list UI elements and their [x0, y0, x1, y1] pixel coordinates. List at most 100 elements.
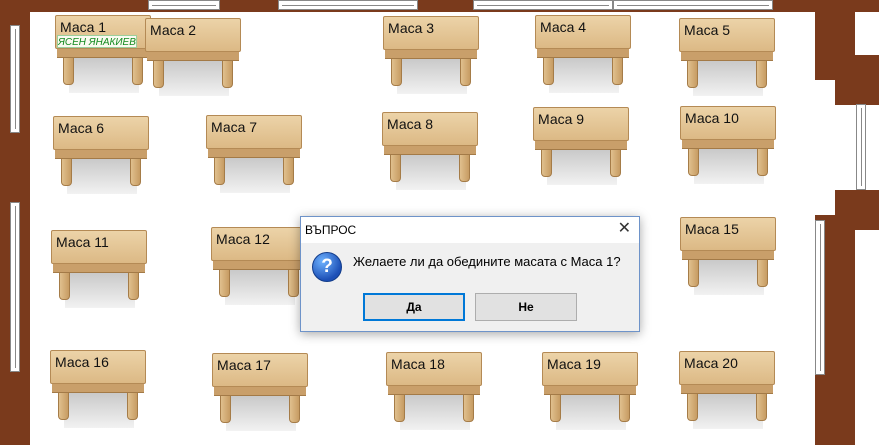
table-12[interactable]: Маса 12: [211, 227, 307, 305]
table-label: Маса 4: [540, 19, 587, 35]
table-label: Маса 8: [387, 116, 434, 132]
table-17[interactable]: Маса 17: [212, 353, 308, 431]
table-leg: [214, 155, 225, 185]
window-top-3: [473, 0, 613, 10]
table-leg: [391, 56, 402, 86]
window-top-2: [278, 0, 418, 10]
table-apron: [388, 386, 480, 395]
table-apron: [147, 52, 239, 61]
table-4[interactable]: Маса 4: [535, 15, 631, 93]
table-5[interactable]: Маса 5: [679, 18, 775, 96]
table-shadow: [694, 259, 764, 295]
table-leg: [541, 147, 552, 177]
table-label: Маса 10: [685, 110, 739, 126]
table-shadow: [549, 57, 619, 93]
table-label: Маса 2: [150, 22, 197, 38]
table-shadow: [694, 148, 764, 184]
table-11[interactable]: Маса 11: [51, 230, 147, 308]
table-19[interactable]: Маса 19: [542, 352, 638, 430]
yes-button[interactable]: Да: [363, 293, 465, 321]
window-right-1: [856, 104, 866, 190]
table-leg: [61, 156, 72, 186]
table-leg: [289, 393, 300, 423]
table-label: Маса 15: [685, 221, 739, 237]
table-leg: [459, 152, 470, 182]
table-shadow: [396, 154, 466, 190]
table-leg: [63, 55, 74, 85]
table-apron: [208, 149, 300, 158]
table-leg: [688, 257, 699, 287]
window-right-2: [815, 220, 825, 375]
dialog-title: ВЪПРОС: [305, 223, 357, 237]
table-shadow: [225, 269, 295, 305]
table-apron: [544, 386, 636, 395]
table-16[interactable]: Маса 16: [50, 350, 146, 428]
table-label: Маса 5: [684, 22, 731, 38]
table-leg: [153, 58, 164, 88]
table-label: Маса 16: [55, 354, 109, 370]
table-leg: [463, 392, 474, 422]
table-label: Маса 20: [684, 355, 738, 371]
table-shadow: [397, 58, 467, 94]
table-shadow: [67, 158, 137, 194]
table-apron: [682, 251, 774, 260]
table-leg: [222, 58, 233, 88]
table-shadow: [693, 60, 763, 96]
confirm-dialog: ВЪПРОС ✕ ? Желаете ли да обедините масат…: [300, 216, 640, 332]
table-18[interactable]: Маса 18: [386, 352, 482, 430]
table-6[interactable]: Маса 6: [53, 116, 149, 194]
table-apron: [57, 49, 149, 58]
table-apron: [384, 146, 476, 155]
table-shadow: [226, 395, 296, 431]
table-leg: [219, 267, 230, 297]
table-3[interactable]: Маса 3: [383, 16, 479, 94]
table-leg: [128, 270, 139, 300]
table-apron: [213, 261, 305, 270]
table-apron: [537, 49, 629, 58]
table-shadow: [65, 272, 135, 308]
wall-right-notch: [835, 55, 879, 105]
table-leg: [220, 393, 231, 423]
table-label: Маса 11: [56, 234, 109, 250]
table-shadow: [556, 394, 626, 430]
window-top-4: [613, 0, 773, 10]
table-leg: [390, 152, 401, 182]
table-label: Маса 7: [211, 119, 258, 135]
table-shadow: [400, 394, 470, 430]
table-label: Маса 6: [58, 120, 105, 136]
table-owner-tag: ЯСЕН ЯНАКИЕВ: [57, 35, 137, 48]
table-2[interactable]: Маса 2: [145, 18, 241, 96]
table-20[interactable]: Маса 20: [679, 351, 775, 429]
table-15[interactable]: Маса 15: [680, 217, 776, 295]
table-leg: [460, 56, 471, 86]
table-apron: [385, 50, 477, 59]
table-1[interactable]: Маса 1 ЯСЕН ЯНАКИЕВ: [55, 15, 151, 93]
table-label: Маса 1: [60, 19, 107, 35]
table-shadow: [547, 149, 617, 185]
dialog-titlebar[interactable]: ВЪПРОС ✕: [301, 217, 639, 243]
table-8[interactable]: Маса 8: [382, 112, 478, 190]
table-apron: [682, 140, 774, 149]
table-9[interactable]: Маса 9: [533, 107, 629, 185]
wall-right-notch-lower: [835, 190, 879, 230]
table-shadow: [159, 60, 229, 96]
no-button[interactable]: Не: [475, 293, 577, 321]
table-apron: [53, 264, 145, 273]
table-label: Маса 19: [547, 356, 601, 372]
table-leg: [756, 391, 767, 421]
table-label: Маса 17: [217, 357, 271, 373]
table-leg: [132, 55, 143, 85]
table-leg: [130, 156, 141, 186]
table-leg: [619, 392, 630, 422]
table-7[interactable]: Маса 7: [206, 115, 302, 193]
table-apron: [55, 150, 147, 159]
table-leg: [687, 391, 698, 421]
table-leg: [756, 58, 767, 88]
table-label: Маса 9: [538, 111, 585, 127]
window-left-1: [10, 25, 20, 133]
table-apron: [52, 384, 144, 393]
close-icon[interactable]: ✕: [618, 221, 631, 237]
table-shadow: [220, 157, 290, 193]
dialog-message: Желаете ли да обедините масата с Маса 1?: [353, 254, 621, 269]
table-10[interactable]: Маса 10: [680, 106, 776, 184]
